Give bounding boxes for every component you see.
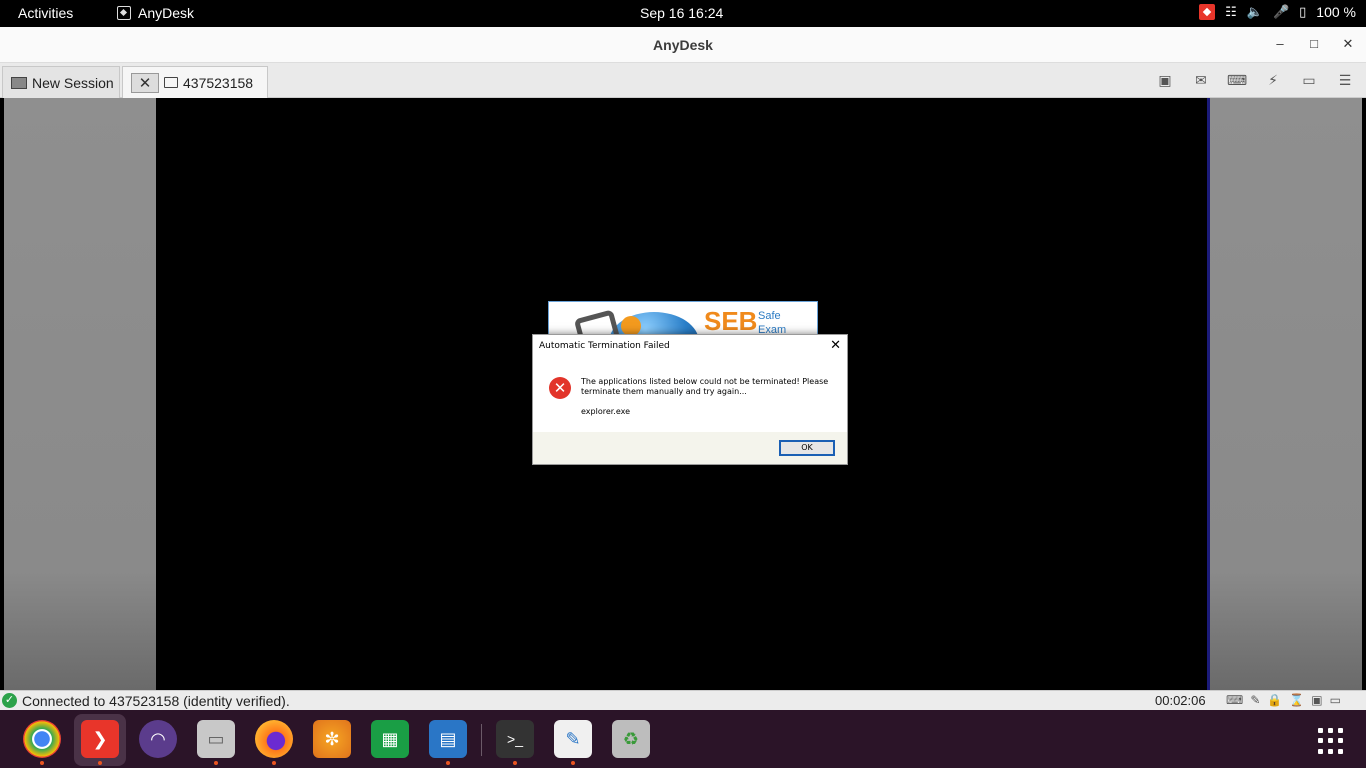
activities-button[interactable]: Activities [18,5,73,21]
new-session-icon [11,76,27,89]
running-indicator [446,761,450,765]
calc-icon[interactable]: ▦ [371,720,409,758]
clock[interactable]: Sep 16 16:24 [640,5,723,21]
status-icons: ⌨ ✎ 🔒 ⌛ ▣ ▭ [1226,693,1341,707]
running-indicator [513,761,517,765]
close-window-button[interactable]: ✕ [1340,36,1356,52]
app-menu[interactable]: AnyDesk [117,5,194,21]
display-icon[interactable]: ▭ [1300,71,1318,89]
photos-icon[interactable]: ✼ [313,720,351,758]
monitor-icon [164,77,178,88]
tab-new-session-label: New Session [32,74,114,91]
termination-failed-dialog: Automatic Termination Failed ✕ ✕ The app… [532,334,848,465]
dialog-process-name: explorer.exe [581,407,631,416]
terminal-icon[interactable]: >_ [496,720,534,758]
app-menu-label: AnyDesk [138,5,195,21]
dock-separator [481,724,482,756]
show-apps-grid-icon[interactable] [1318,728,1344,754]
tab-new-session[interactable]: New Session [2,66,120,98]
microphone-icon: 🎤 [1272,4,1290,19]
remote-screen[interactable]: SEB Safe Exam Automatic Termination Fail… [156,98,1210,690]
running-indicator [571,761,575,765]
error-icon: ✕ [549,377,571,399]
tab-remote-session[interactable]: ✕ 437523158 [122,66,268,98]
chat-icon[interactable]: ✉ [1192,71,1210,89]
remote-view[interactable]: SEB Safe Exam Automatic Termination Fail… [4,98,1362,690]
window-title: AnyDesk [653,37,713,53]
running-indicator [214,761,218,765]
anydesk-app-icon [117,6,131,20]
session-toolbar: ▣ ✉ ⌨ ⚡ ▭ ☰ [1156,71,1354,89]
system-tray[interactable]: ☷ 🔈 🎤 ▯ 100 % [1199,4,1356,20]
seb-handle-icon [573,309,621,336]
session-tab-bar: New Session ✕ 437523158 ▣ ✉ ⌨ ⚡ ▭ ☰ [0,63,1366,98]
actions-lightning-icon[interactable]: ⚡ [1264,71,1282,89]
session-timer: 00:02:06 [1155,693,1206,708]
firefox-icon[interactable] [255,720,293,758]
battery-icon: ▯ [1299,4,1307,19]
close-tab-icon[interactable]: ✕ [131,72,159,93]
status-bar: ✓ Connected to 437523158 (identity verif… [0,690,1366,710]
running-indicator [98,761,102,765]
keyboard-icon[interactable]: ⌨ [1227,71,1247,89]
tab-session-id: 437523158 [183,74,254,91]
dialog-close-icon[interactable]: ✕ [830,338,841,353]
maximize-button[interactable]: □ [1306,36,1322,52]
network-icon: ☷ [1225,4,1237,19]
gnome-top-bar: Activities AnyDesk Sep 16 16:24 ☷ 🔈 🎤 ▯ … [0,0,1366,27]
minimize-button[interactable]: – [1272,36,1288,52]
battery-percent: 100 % [1316,4,1356,20]
dialog-message: The applications listed below could not … [581,377,829,396]
anydesk-dock-icon[interactable]: ❯ [81,720,119,758]
ok-button[interactable]: OK [779,440,835,456]
timeshift-icon[interactable]: ◠ [139,720,177,758]
seb-orange-dot-icon [621,316,641,336]
writer-icon[interactable]: ▤ [429,720,467,758]
dialog-footer: OK [533,432,847,464]
trash-icon[interactable]: ♻ [612,720,650,758]
seb-logo-text: SEB [704,306,758,336]
window-title-bar: AnyDesk – □ ✕ [0,27,1366,63]
permission-file-icon: ▣ [1311,693,1323,707]
seb-tagline: Safe Exam [758,309,786,336]
files-icon[interactable]: ▭ [197,720,235,758]
permission-hourglass-icon: ⌛ [1289,693,1305,707]
connection-status: Connected to 437523158 (identity verifie… [22,693,290,709]
permission-display-icon: ▭ [1329,693,1341,707]
remote-user-icon[interactable]: ▣ [1156,71,1174,89]
seb-splash-screen: SEB Safe Exam [548,301,818,337]
text-editor-icon[interactable]: ✎ [554,720,592,758]
permission-clipboard-icon: ✎ [1250,693,1261,707]
menu-icon[interactable]: ☰ [1336,71,1354,89]
ubuntu-dock: ❯ ◠ ▭ ✼ ▦ ▤ >_ ✎ ♻ [0,710,1366,768]
running-indicator [272,761,276,765]
anydesk-tray-icon[interactable] [1199,4,1216,20]
volume-icon: 🔈 [1246,4,1263,19]
permission-lock-icon: 🔒 [1267,693,1283,707]
seb-tagline-line1: Safe [758,310,781,322]
permission-keyboard-icon: ⌨ [1226,693,1244,707]
running-indicator [40,761,44,765]
dialog-title: Automatic Termination Failed [539,341,670,351]
verified-check-icon: ✓ [2,693,17,708]
chrome-icon[interactable] [23,720,61,758]
